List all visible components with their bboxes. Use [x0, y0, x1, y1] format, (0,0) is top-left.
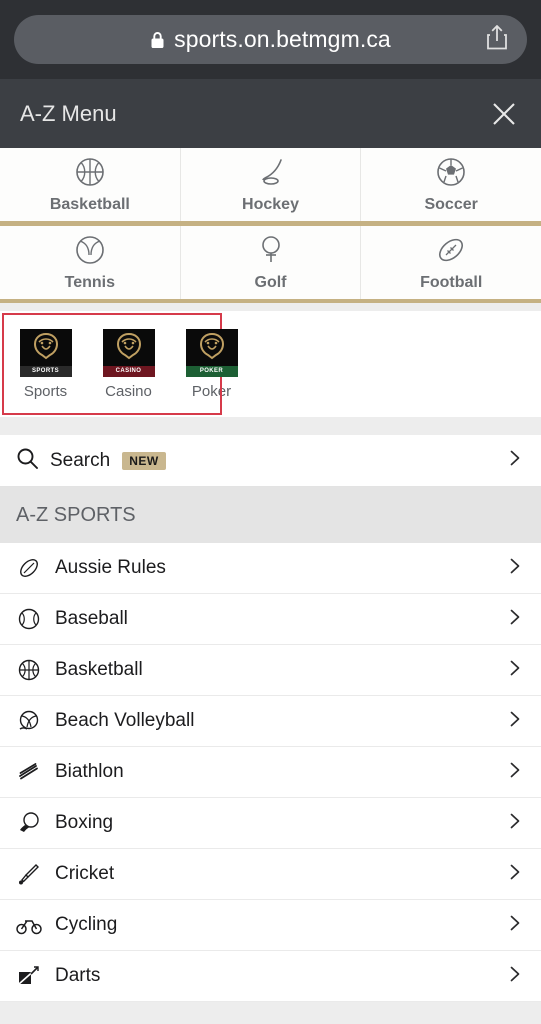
search-row[interactable]: Search NEW	[0, 435, 541, 487]
quick-tile-football[interactable]: Football	[361, 226, 541, 299]
chevron-right-icon	[505, 862, 525, 887]
list-item[interactable]: Basketball	[0, 645, 541, 696]
basketball-icon	[73, 155, 107, 194]
lock-icon	[150, 31, 165, 49]
az-sports-list: Aussie Rules Baseball	[0, 543, 541, 1002]
tile-label-strip: POKER	[186, 366, 238, 377]
quick-tile-label: Football	[420, 274, 482, 292]
app-screen: sports.on.betmgm.ca A-Z Menu	[0, 0, 541, 1024]
cricket-bat-icon	[16, 862, 42, 886]
quick-tile-golf[interactable]: Golf	[181, 226, 362, 299]
soccer-ball-icon	[434, 155, 468, 194]
lion-logo-icon	[23, 330, 69, 368]
tile-label-strip: SPORTS	[20, 366, 72, 377]
chevron-right-icon	[505, 913, 525, 938]
url-host: sports.on.betmgm.ca	[174, 26, 391, 53]
search-icon	[16, 447, 38, 474]
share-icon[interactable]	[485, 23, 509, 56]
list-item-label: Biathlon	[55, 761, 124, 783]
list-item-label: Basketball	[55, 659, 143, 681]
chevron-right-icon	[505, 811, 525, 836]
quick-tile-basketball[interactable]: Basketball	[0, 148, 181, 221]
quick-sports-grid: Basketball Hockey	[0, 148, 541, 303]
tile-label-strip: CASINO	[103, 366, 155, 377]
quick-tile-label: Tennis	[65, 274, 115, 292]
list-item-label: Beach Volleyball	[55, 710, 194, 732]
product-tab-sports[interactable]: SPORTS Sports	[8, 329, 83, 400]
quick-tile-soccer[interactable]: Soccer	[361, 148, 541, 221]
quick-tile-hockey[interactable]: Hockey	[181, 148, 362, 221]
quick-tile-tennis[interactable]: Tennis	[0, 226, 181, 299]
new-badge: NEW	[122, 452, 166, 470]
menu-title: A-Z Menu	[20, 101, 117, 127]
quick-tile-label: Hockey	[242, 196, 299, 214]
close-icon[interactable]	[487, 97, 521, 131]
product-switcher: SPORTS Sports CASINO Casino	[0, 311, 541, 417]
lion-logo-icon	[106, 330, 152, 368]
search-label: Search	[50, 450, 110, 472]
az-menu-header: A-Z Menu	[0, 79, 541, 148]
betmgm-logo-tile: CASINO	[103, 329, 155, 377]
product-tab-label: Poker	[192, 383, 231, 400]
product-tab-casino[interactable]: CASINO Casino	[91, 329, 166, 400]
browser-toolbar: sports.on.betmgm.ca	[0, 0, 541, 79]
spacer	[0, 303, 541, 311]
list-item[interactable]: Cycling	[0, 900, 541, 951]
url-text-group: sports.on.betmgm.ca	[150, 26, 391, 53]
golf-tee-icon	[254, 233, 288, 272]
list-item[interactable]: Biathlon	[0, 747, 541, 798]
chevron-right-icon	[505, 556, 525, 581]
product-tab-label: Sports	[24, 383, 67, 400]
list-item-label: Cycling	[55, 914, 117, 936]
list-item[interactable]: Aussie Rules	[0, 543, 541, 594]
betmgm-logo-tile: SPORTS	[20, 329, 72, 377]
football-icon	[434, 233, 468, 272]
list-item[interactable]: Boxing	[0, 798, 541, 849]
cycling-bike-icon	[16, 913, 42, 937]
boxing-glove-icon	[16, 811, 42, 835]
lion-logo-icon	[189, 330, 235, 368]
chevron-right-icon	[505, 709, 525, 734]
chevron-right-icon	[505, 964, 525, 989]
list-item[interactable]: Beach Volleyball	[0, 696, 541, 747]
chevron-right-icon	[505, 448, 525, 473]
chevron-right-icon	[505, 658, 525, 683]
list-item-label: Aussie Rules	[55, 557, 166, 579]
beach-volleyball-icon	[16, 709, 42, 733]
list-item[interactable]: Cricket	[0, 849, 541, 900]
basketball-icon	[16, 658, 42, 682]
product-tab-poker[interactable]: POKER Poker	[174, 329, 249, 400]
list-item[interactable]: Darts	[0, 951, 541, 1002]
quick-tile-label: Basketball	[50, 196, 130, 214]
product-tab-label: Casino	[105, 383, 152, 400]
section-header: A-Z SPORTS	[0, 487, 541, 543]
betmgm-logo-tile: POKER	[186, 329, 238, 377]
quick-sports-row: Tennis Golf	[0, 226, 541, 299]
list-item-label: Darts	[55, 965, 100, 987]
baseball-icon	[16, 607, 42, 631]
list-item[interactable]: Baseball	[0, 594, 541, 645]
chevron-right-icon	[505, 607, 525, 632]
hockey-stick-icon	[254, 155, 288, 194]
quick-tile-label: Soccer	[424, 196, 477, 214]
darts-icon	[16, 964, 42, 988]
quick-tile-label: Golf	[255, 274, 287, 292]
chevron-right-icon	[505, 760, 525, 785]
list-item-label: Cricket	[55, 863, 114, 885]
aussie-rules-ball-icon	[16, 556, 42, 580]
quick-sports-row: Basketball Hockey	[0, 148, 541, 221]
address-bar[interactable]: sports.on.betmgm.ca	[14, 15, 527, 64]
biathlon-skis-icon	[16, 760, 42, 784]
spacer	[0, 417, 541, 435]
list-item-label: Boxing	[55, 812, 113, 834]
list-item-label: Baseball	[55, 608, 128, 630]
tennis-ball-icon	[73, 233, 107, 272]
